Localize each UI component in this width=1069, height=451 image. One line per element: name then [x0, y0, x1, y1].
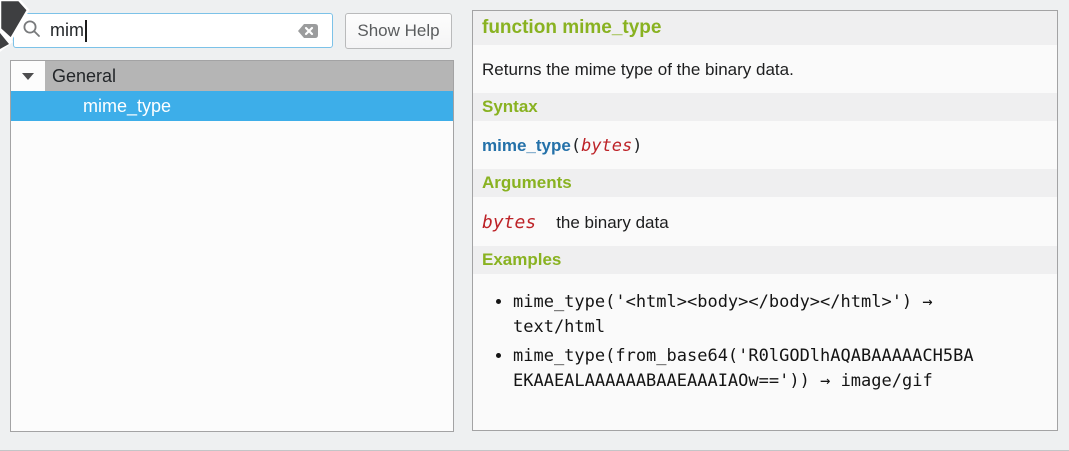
syntax-heading: Syntax — [473, 93, 1057, 121]
example-result: image/gif — [841, 371, 933, 391]
function-list-panel: General mime_type — [10, 60, 454, 432]
arguments-heading: Arguments — [473, 169, 1057, 197]
examples-list: mime_type('<html><body></body></html>') … — [473, 290, 1057, 394]
doc-description: Returns the mime type of the binary data… — [482, 60, 1048, 80]
tree-item-mime-type[interactable]: mime_type — [11, 91, 453, 121]
example-code: mime_type('<html><body></body></html>') — [513, 292, 912, 312]
doc-title: function mime_type — [473, 11, 1057, 45]
argument-description: the binary data — [556, 213, 668, 233]
example-item: mime_type(from_base64('R0lGODlhAQABAAAAA… — [513, 344, 978, 394]
expander-icon[interactable] — [11, 61, 45, 91]
doc-panel: function mime_type Returns the mime type… — [472, 10, 1058, 431]
example-arrow: → — [922, 292, 932, 312]
syntax-argument: bytes — [581, 136, 632, 156]
example-result: text/html — [513, 317, 605, 337]
show-help-button[interactable]: Show Help — [345, 13, 452, 49]
syntax-function-name: mime_type — [482, 136, 571, 155]
argument-name: bytes — [482, 212, 536, 233]
app-window: mim Show Help General mime_type function… — [0, 0, 1069, 451]
example-arrow: → — [820, 371, 830, 391]
clear-search-icon[interactable] — [295, 21, 319, 41]
example-item: mime_type('<html><body></body></html>') … — [513, 290, 978, 340]
text-caret — [85, 20, 87, 42]
argument-row: bytes the binary data — [482, 212, 1048, 233]
tree-group-label: General — [45, 61, 453, 91]
syntax-signature: mime_type(bytes) — [482, 136, 1048, 156]
examples-heading: Examples — [473, 246, 1057, 274]
search-value: mim — [50, 20, 84, 41]
syntax-paren-close: ) — [632, 136, 642, 156]
syntax-paren-open: ( — [571, 136, 581, 156]
cursor-artifact-icon — [0, 0, 46, 56]
tree-group-general[interactable]: General — [11, 61, 453, 91]
search-input[interactable]: mim — [13, 13, 333, 48]
